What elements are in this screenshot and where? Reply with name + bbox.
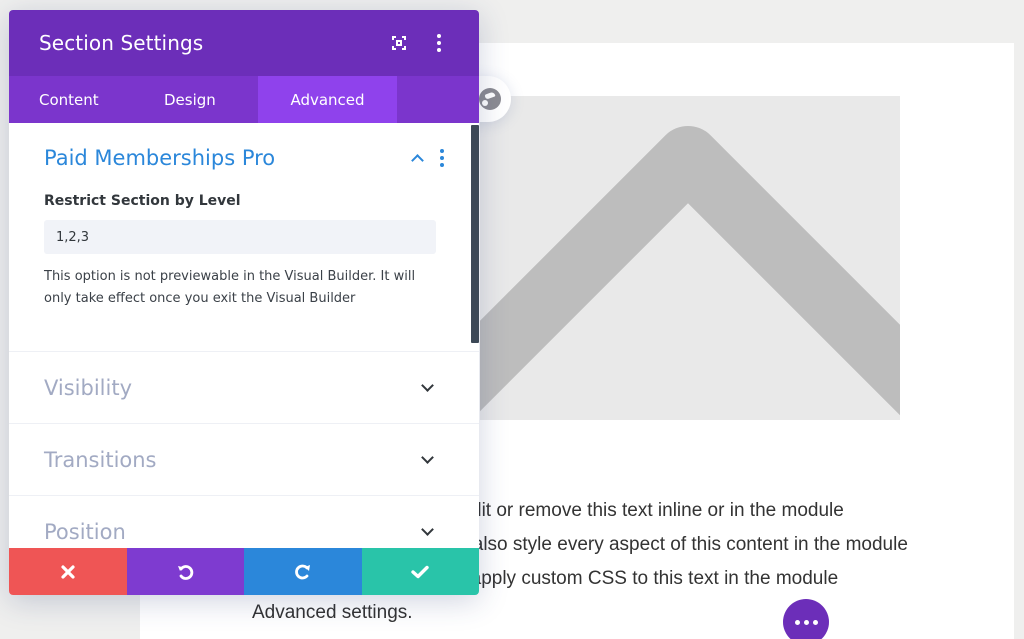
undo-icon [178,564,194,580]
chevron-up-icon[interactable] [411,154,424,167]
modal-menu-button[interactable] [429,33,449,53]
toggle-group-transitions[interactable]: Transitions [9,424,479,496]
modal-body: Paid Memberships Pro Restrict Section by… [9,123,479,547]
scrollbar-thumb[interactable] [471,125,479,343]
chevron-down-icon [421,523,434,536]
modal-header[interactable]: Section Settings [9,10,479,76]
save-button[interactable] [361,548,479,595]
toggle-group-visibility[interactable]: Visibility [9,352,479,424]
toggle-group-title: Visibility [44,375,133,400]
more-options-button[interactable] [783,599,829,639]
section-settings-modal: Section Settings Content Design Advanced… [9,10,479,595]
tab-content[interactable]: Content [9,76,134,123]
field-label: Restrict Section by Level [44,193,241,209]
cancel-button[interactable] [9,548,127,595]
toggle-group-title: Position [44,519,126,544]
restrict-level-input[interactable] [44,220,436,254]
modal-title: Section Settings [39,31,204,55]
modal-tabs: Content Design Advanced [9,76,479,123]
expand-icon [392,36,406,50]
more-vertical-icon[interactable] [440,149,444,167]
image-placeholder-icon [480,126,900,416]
field-help-text: This option is not previewable in the Vi… [44,269,416,306]
image-placeholder[interactable] [480,96,900,420]
redo-icon [294,564,310,579]
globe-icon [479,88,501,110]
toggle-group-title: Paid Memberships Pro [44,146,276,170]
tab-advanced[interactable]: Advanced [258,76,397,123]
check-icon [411,565,429,578]
dot [803,619,809,625]
toggle-group-title: Transitions [44,447,157,472]
chevron-down-icon [421,379,434,392]
dot [794,619,800,625]
close-icon [61,564,75,579]
modal-footer [9,548,479,595]
more-vertical-icon [437,34,441,52]
dot [812,619,818,625]
undo-button[interactable] [126,548,244,595]
toggle-group-header[interactable]: Paid Memberships Pro [44,145,444,171]
toggle-group-paid-memberships-pro: Paid Memberships Pro Restrict Section by… [9,123,479,352]
expand-button[interactable] [389,33,409,53]
tab-design[interactable]: Design [134,76,258,123]
toggle-group-position[interactable]: Position [9,496,479,547]
redo-button[interactable] [244,548,362,595]
chevron-down-icon [421,451,434,464]
